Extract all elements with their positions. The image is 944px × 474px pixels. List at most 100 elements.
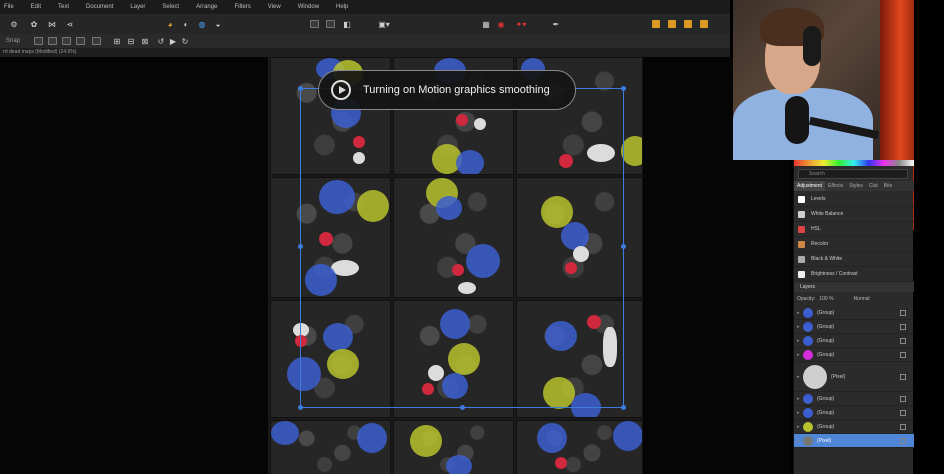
layer-row[interactable]: ▸ (Group): [794, 348, 914, 362]
quick-mask-icon[interactable]: ◧: [341, 18, 353, 30]
assistant-dropdown-icon[interactable]: ✦▾: [512, 18, 530, 30]
flip-horizontal-icon[interactable]: ⊟: [126, 36, 136, 46]
contrast-icon[interactable]: ◐: [180, 18, 192, 30]
resize-handle[interactable]: [621, 405, 626, 410]
layer-row[interactable]: ▸ (Group): [794, 406, 914, 420]
visibility-checkbox[interactable]: [900, 309, 906, 316]
layer-row[interactable]: ▸ (Group): [794, 420, 914, 434]
resize-handle[interactable]: [298, 86, 303, 91]
persona-liquify-icon[interactable]: ✿: [28, 18, 40, 30]
rotate-left-icon[interactable]: ↺: [156, 36, 166, 46]
selection-bounding-box[interactable]: [298, 86, 626, 410]
layer-row[interactable]: ▸ (Group): [794, 306, 914, 320]
layer-row[interactable]: ▸ (Pixel): [794, 362, 914, 392]
play-icon[interactable]: ▶: [168, 36, 178, 46]
resize-handle[interactable]: [298, 244, 303, 249]
adjustment-item[interactable]: HSL: [794, 222, 914, 237]
menu-window[interactable]: Window: [298, 4, 319, 10]
document-tab[interactable]: rrt dead maps (Modified) (24.6%): [0, 48, 730, 57]
menu-file[interactable]: File: [4, 4, 14, 10]
selection-rect-icon[interactable]: [310, 20, 319, 28]
arrange-backward-icon[interactable]: [684, 20, 692, 28]
white-balance-icon[interactable]: ◒: [212, 18, 224, 30]
menu-view[interactable]: View: [268, 4, 281, 10]
resize-handle[interactable]: [460, 405, 465, 410]
visibility-checkbox[interactable]: [900, 409, 906, 416]
map-marker-blue: [613, 421, 642, 451]
resize-handle[interactable]: [298, 405, 303, 410]
visibility-checkbox[interactable]: [900, 337, 906, 344]
adjustment-item[interactable]: Black & White: [794, 252, 914, 267]
tab-clut[interactable]: Clut: [866, 181, 881, 191]
menu-filters[interactable]: Filters: [234, 4, 250, 10]
color-swatches[interactable]: [794, 160, 914, 166]
resize-handle[interactable]: [621, 244, 626, 249]
view-mode-dropdown-icon[interactable]: ▣▾: [374, 18, 394, 30]
play-circle-icon: [331, 80, 351, 100]
distribute-icon[interactable]: [92, 37, 101, 45]
grid-icon[interactable]: ▦: [480, 18, 492, 30]
visibility-checkbox[interactable]: [900, 395, 906, 402]
tab-bits[interactable]: Bits: [881, 181, 895, 191]
share-icon[interactable]: ⋖: [64, 18, 76, 30]
menu-document[interactable]: Document: [86, 4, 113, 10]
visibility-checkbox[interactable]: [900, 373, 906, 380]
color-wheel-icon[interactable]: ◕: [164, 18, 176, 30]
layer-label: (Group): [817, 323, 835, 330]
tab-styles[interactable]: Styles: [846, 181, 866, 191]
adjustment-icon: [798, 240, 805, 248]
align-right-icon[interactable]: [62, 37, 71, 45]
arrange-front-icon[interactable]: [652, 20, 660, 28]
layer-thumbnail: [803, 393, 813, 404]
layer-label: (Group): [817, 351, 835, 358]
transform-icon[interactable]: ⊞: [112, 36, 122, 46]
align-top-icon[interactable]: [76, 37, 85, 45]
pen-icon[interactable]: ✒: [550, 18, 562, 30]
record-icon[interactable]: ◉: [494, 18, 508, 30]
hsl-icon[interactable]: ◍: [196, 18, 208, 30]
layers-panel-title[interactable]: Layers: [794, 282, 914, 292]
align-left-icon[interactable]: [34, 37, 43, 45]
rotate-right-icon[interactable]: ↻: [180, 36, 190, 46]
map-marker-red: [555, 457, 567, 469]
arrange-back-icon[interactable]: [700, 20, 708, 28]
menu-edit[interactable]: Edit: [31, 4, 41, 10]
adjustment-item[interactable]: Recolor: [794, 237, 914, 252]
menu-help[interactable]: Help: [336, 4, 348, 10]
resize-handle[interactable]: [621, 86, 626, 91]
visibility-checkbox[interactable]: [900, 351, 906, 358]
search-input[interactable]: Search: [798, 169, 908, 179]
menu-text[interactable]: Text: [58, 4, 69, 10]
layer-row[interactable]: ▸ (Pixel): [794, 434, 914, 448]
visibility-checkbox[interactable]: [900, 423, 906, 430]
layer-thumbnail: [803, 407, 813, 418]
selection-mask-icon[interactable]: [326, 20, 335, 28]
menu-layer[interactable]: Layer: [130, 4, 145, 10]
visibility-checkbox[interactable]: [900, 323, 906, 330]
layer-thumbnail: [803, 421, 813, 432]
persona-photo-icon[interactable]: ⚙: [8, 18, 20, 30]
adjustment-item[interactable]: Brightness / Contrast: [794, 267, 914, 282]
layers-list: ▸ (Group) ▸ (Group) ▸ (Group) ▸ (Group) ▸ (Pixel)…: [794, 306, 914, 448]
layer-row[interactable]: ▸ (Group): [794, 334, 914, 348]
tab-adjustment[interactable]: Adjustment: [794, 181, 826, 191]
layer-row[interactable]: ▸ (Group): [794, 392, 914, 406]
adjustment-label: HSL: [811, 226, 821, 232]
arrange-forward-icon[interactable]: [668, 20, 676, 28]
layer-row[interactable]: ▸ (Group): [794, 320, 914, 334]
adjustment-icon: [798, 255, 805, 263]
adjustment-item[interactable]: Levels: [794, 192, 914, 207]
menu-select[interactable]: Select: [162, 4, 179, 10]
align-center-icon[interactable]: [48, 37, 57, 45]
adjustment-icon: [798, 225, 805, 233]
blend-mode-select[interactable]: Normal: [854, 294, 870, 304]
menu-arrange[interactable]: Arrange: [196, 4, 217, 10]
visibility-checkbox[interactable]: [900, 437, 906, 444]
layer-label: (Group): [817, 409, 835, 416]
adjustment-item[interactable]: White Balance: [794, 207, 914, 222]
layer-thumbnail: [803, 321, 813, 332]
opacity-value[interactable]: 100 %: [819, 294, 833, 304]
flip-vertical-icon[interactable]: ⊠: [140, 36, 150, 46]
tab-effects[interactable]: Effects: [825, 181, 846, 191]
persona-develop-icon[interactable]: ⋈: [46, 18, 58, 30]
